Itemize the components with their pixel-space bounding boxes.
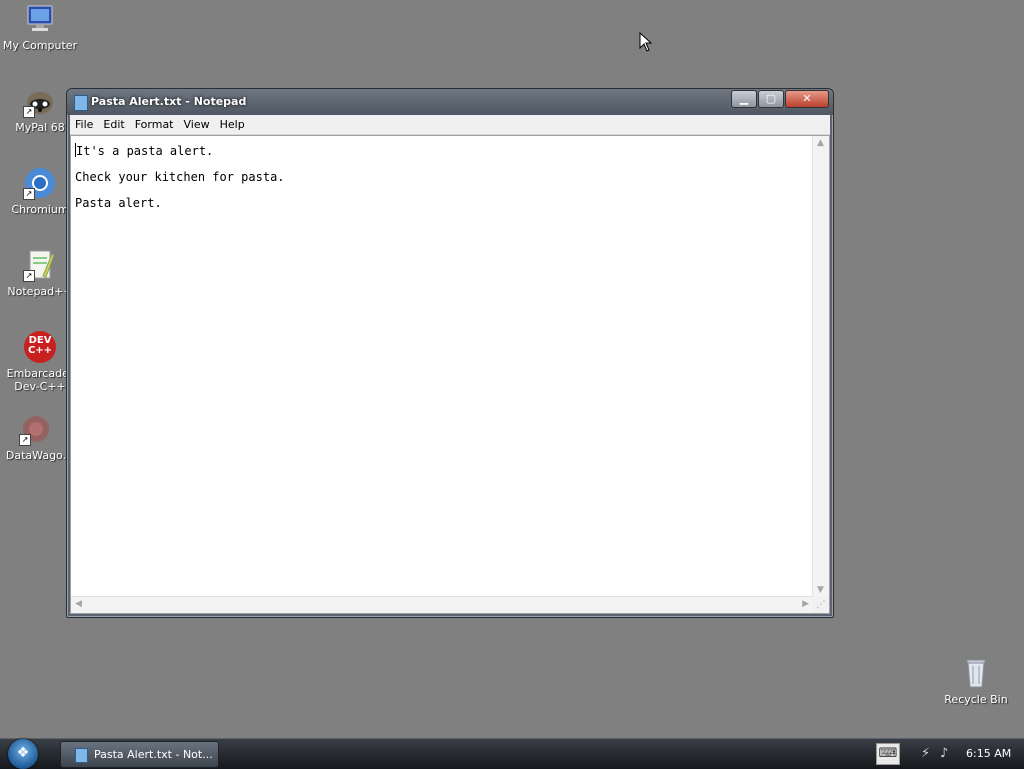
desktop-icon-label: DataWago. [5, 449, 67, 462]
desktop-icon-label: My Computer [2, 39, 78, 52]
computer-icon [23, 2, 57, 36]
shortcut-arrow-icon: ↗ [23, 106, 35, 118]
close-icon: ✕ [802, 92, 812, 105]
text-content[interactable]: It's a pasta alert. Check your kitchen f… [73, 138, 812, 596]
shortcut-arrow-icon: ↗ [23, 188, 35, 200]
desktop-icon-label: Recycle Bin [944, 693, 1008, 706]
notepad-icon [75, 748, 88, 763]
clock[interactable]: 6:15 AM [966, 747, 1011, 760]
minimize-icon: ▁ [739, 92, 749, 105]
network-icon[interactable]: ⚡ [921, 746, 930, 761]
maximize-button[interactable]: ▢ [758, 90, 784, 108]
menu-format[interactable]: Format [130, 118, 179, 131]
text-line: Pasta alert. [75, 196, 162, 210]
devcpp-badge: DEV C++ [27, 335, 53, 356]
taskbar-button-label: Pasta Alert.txt - Not... [94, 748, 213, 761]
desktop-icon-my-computer[interactable]: My Computer [0, 2, 80, 52]
menu-help[interactable]: Help [215, 118, 250, 131]
notepad-icon [74, 95, 88, 111]
shortcut-arrow-icon: ↗ [23, 270, 35, 282]
taskbar-button-notepad[interactable]: Pasta Alert.txt - Not... [60, 741, 219, 768]
menu-file[interactable]: File [70, 118, 98, 131]
keyboard-icon[interactable]: ⌨ [876, 743, 900, 765]
mypal-raccoon-icon: ↗ [23, 84, 57, 118]
start-button[interactable]: ❖ [8, 739, 38, 769]
vertical-scrollbar[interactable]: ▲ ▼ [812, 136, 829, 597]
text-line: Check your kitchen for pasta. [75, 170, 285, 184]
notepadpp-icon: ↗ [23, 248, 57, 282]
taskbar: ❖ Pasta Alert.txt - Not... ⌨ ⚡ ♪ 6:15 AM [0, 738, 1024, 769]
volume-icon[interactable]: ♪ [940, 746, 948, 761]
desktop-icon-datawago[interactable]: ↗ DataWago. [0, 412, 76, 462]
scroll-down-icon[interactable]: ▼ [817, 585, 824, 595]
shortcut-arrow-icon: ↗ [19, 434, 31, 446]
menu-bar: File Edit Format View Help [70, 115, 830, 135]
minimize-button[interactable]: ▁ [731, 90, 757, 108]
mouse-cursor-icon [639, 32, 653, 52]
resize-grip-icon[interactable]: ⋰ [813, 597, 829, 613]
devcpp-icon: DEV C++ [23, 330, 57, 364]
notepad-window[interactable]: Pasta Alert.txt - Notepad ▁ ▢ ✕ File Edi… [66, 88, 834, 618]
desktop-icon-recycle-bin[interactable]: Recycle Bin [936, 656, 1016, 706]
chromium-icon: ↗ [23, 166, 57, 200]
scroll-left-icon[interactable]: ◀ [75, 599, 82, 609]
text-line: It's a pasta alert. [75, 143, 214, 158]
horizontal-scrollbar[interactable]: ◀ ▶ [71, 596, 813, 613]
title-bar[interactable]: Pasta Alert.txt - Notepad ▁ ▢ ✕ [67, 89, 833, 115]
menu-edit[interactable]: Edit [98, 118, 129, 131]
close-button[interactable]: ✕ [785, 90, 829, 108]
window-title: Pasta Alert.txt - Notepad [91, 95, 247, 108]
recycle-bin-icon [959, 656, 993, 690]
text-editor[interactable]: It's a pasta alert. Check your kitchen f… [70, 135, 830, 614]
windows-logo-icon: ❖ [16, 745, 30, 761]
scroll-up-icon[interactable]: ▲ [817, 138, 824, 148]
maximize-icon: ▢ [765, 92, 777, 105]
datawago-icon: ↗ [19, 412, 53, 446]
menu-view[interactable]: View [179, 118, 215, 131]
scroll-right-icon[interactable]: ▶ [802, 599, 809, 609]
